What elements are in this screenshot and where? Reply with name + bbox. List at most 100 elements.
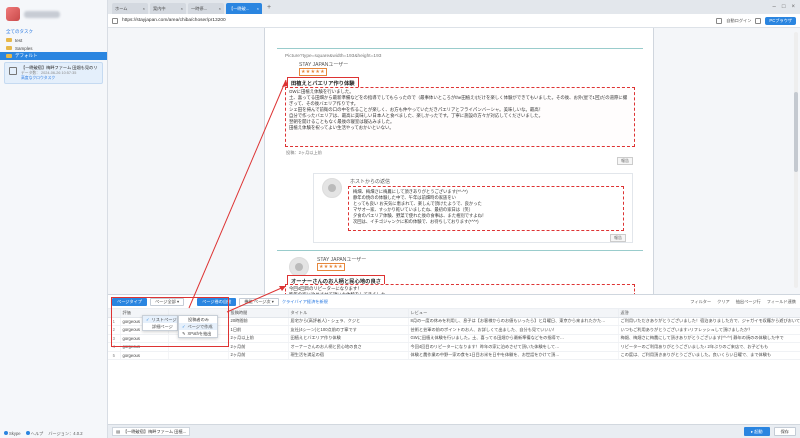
table-cell[interactable]: リピーターのご利用ありがとうございました♪ 2年ぶりのご来店で、お子どもも xyxy=(618,342,800,352)
rating-stars: ★★★★★ xyxy=(317,263,345,271)
minimize-icon[interactable]: – xyxy=(773,4,776,10)
table-cell[interactable]: ご利用いただきありがとうございました！宿泊ありました方で、ジャガイモ収穫から遊び… xyxy=(618,317,800,326)
table-cell[interactable]: 8月の一度の休みを利用し、息子は【お客様からのお値もいったら】と月曜日、東京から… xyxy=(408,317,619,326)
table-cell[interactable]: 1日前 xyxy=(228,325,289,335)
tab-running[interactable]: 案内中 × xyxy=(150,3,186,14)
table-cell[interactable]: 芸術と芸軍の前のポイントのお人、お詳しくて出ました、自分も見ていいい！ xyxy=(408,325,619,335)
review-body: GWに田植え体験を行いました。 土、喜ってる田畑から最新準備などをの指導でしても… xyxy=(285,87,635,147)
table-cell[interactable] xyxy=(168,351,229,360)
rating-stars: ★★★★★ xyxy=(299,68,327,76)
close-window-icon[interactable]: × xyxy=(791,4,795,10)
close-icon[interactable]: × xyxy=(143,6,145,11)
filter-button[interactable]: フィルター xyxy=(690,299,711,305)
task-card[interactable]: 【一晩破宿】梅畔ファーム 田畑も見のリ データ数： 2024-06-26 10:… xyxy=(4,62,103,84)
sidebar: 全てのタスク test Samples デフォルト 【一晩破宿】梅畔ファーム 田… xyxy=(0,0,108,438)
report-button[interactable]: 報告 xyxy=(617,157,633,165)
review-body: 今回4回目のリピーターになります！ 昨年の家に泊めさせて頂いた体験をしてきました… xyxy=(285,284,635,294)
col-posted[interactable]: 投稿時間 xyxy=(228,309,289,318)
new-tab-button[interactable]: + xyxy=(264,4,274,11)
skype-link[interactable]: Skype xyxy=(4,431,21,436)
table-cell[interactable]: 田植えとバエリア作り体験 xyxy=(288,334,409,343)
clear-button[interactable]: クリア xyxy=(717,299,730,305)
chevron-down-icon: ▾ xyxy=(271,299,274,304)
table-cell[interactable]: 2ヶ月以上前 xyxy=(228,334,289,343)
page-icon xyxy=(112,17,118,24)
review-page: Picture?type=square&width=193&height=193… xyxy=(264,28,654,294)
tool-icon[interactable] xyxy=(755,17,762,24)
review-item: Picture?type=square&width=193&height=193… xyxy=(277,48,643,176)
settings-icon[interactable] xyxy=(716,17,723,24)
page-scrollbar[interactable] xyxy=(794,32,798,288)
col-review[interactable]: レビュー xyxy=(408,309,619,318)
row-number[interactable]: 5 xyxy=(108,351,121,360)
auto-login-link[interactable]: 自動ログイン xyxy=(726,18,751,24)
table-cell[interactable]: 友社(4シーン)と100点前の丁寧です xyxy=(288,325,409,335)
footer-bar: ▤ 【一晩破宿】梅畔ファーム 田植... ▸ 起動 保存 xyxy=(108,424,800,438)
tab-bar: ホーム × 案内中 × 一時停... × 【一晩破... × + – □ × xyxy=(108,0,800,14)
sidebar-footer: Skype ヘルプ バージョン：4.0.2 xyxy=(0,429,108,438)
task-doc-icon: ▤ xyxy=(116,429,120,434)
account-name-blurred xyxy=(24,10,60,18)
help-icon xyxy=(25,430,30,435)
data-panel: ページタイプ ページ全部 ▾ ページ巻の自動 機能 ページ次 ▾ クライバイア経… xyxy=(108,294,800,424)
scrollbar-thumb[interactable] xyxy=(794,92,798,172)
all-tasks-link[interactable]: 全てのタスク xyxy=(0,28,107,36)
folder-icon xyxy=(6,46,12,50)
reviewer-avatar xyxy=(289,257,309,277)
scroll-select[interactable]: 機能 ページ次 ▾ xyxy=(239,297,279,306)
reviewer-name: STAY JAPANユーザー xyxy=(299,62,349,68)
folder-samples[interactable]: Samples xyxy=(0,44,107,52)
review-item: STAY JAPANユーザー ★★★★★ オーナーさんのお人柄と民心地の良さ 今… xyxy=(277,250,643,294)
review-date: 投稿：2ヶ月以上前 xyxy=(286,150,322,155)
save-button[interactable]: 保存 xyxy=(773,427,796,436)
table-row[interactable]: 5 gorgeous 2ヶ月前 現生活を満足の宿 体験と農作業の中野一家の食を1日目お米… xyxy=(108,351,800,360)
task-meta-date: 2024-06-26 10:57:35 xyxy=(41,71,77,75)
account-header[interactable] xyxy=(0,0,107,28)
table-cell[interactable]: 居宅から(高評者人)・シェラ、クジと xyxy=(288,317,409,326)
folder-icon xyxy=(6,38,12,42)
help-link[interactable]: ヘルプ xyxy=(25,430,43,437)
host-avatar xyxy=(322,178,342,198)
address-bar: https://stayjapan.com/area/chiba/choser/… xyxy=(108,14,800,28)
col-reply[interactable]: 返答 xyxy=(618,309,800,318)
table-cell[interactable]: いつもご利用ありがとうございます♪リフレッシュして頂けましたか？ xyxy=(618,325,800,335)
folder-test[interactable]: test xyxy=(0,36,107,44)
col-title[interactable]: タイトル xyxy=(288,309,409,318)
host-reply: ホストからの返信 梅畑、梅畑さに梅農にして頂きありがとうございます(*^-^*)… xyxy=(313,173,633,243)
table-cell[interactable]: 2ヶ月前 xyxy=(228,351,289,360)
browser-mode-button[interactable]: PCブラウザ xyxy=(765,16,796,25)
table-cell[interactable]: gorgeous xyxy=(120,351,169,360)
table-cell[interactable]: GWに田植え体験を行いました。土、喜ってる田畑から最新準備などをの指導で… xyxy=(408,334,619,343)
new-field-link[interactable]: クライバイア経済を新規 xyxy=(282,299,328,305)
start-button[interactable]: ▸ 起動 xyxy=(743,427,770,436)
tab-current-task[interactable]: 【一晩破... × xyxy=(226,3,262,14)
table-cell[interactable]: 2ヶ月前 xyxy=(228,342,289,352)
host-report-button[interactable]: 報告 xyxy=(610,234,626,242)
maximize-icon[interactable]: □ xyxy=(782,4,786,10)
field-link-button[interactable]: フィールド連携 xyxy=(767,299,796,305)
table-cell[interactable]: 今回4回目のリピーターになります！昨年の家に泊めさせて頂いた体験をして… xyxy=(408,342,619,352)
table-cell[interactable]: この度は、ご利用頂きありがとうございました。良いくらい日曜で、まで体験も xyxy=(618,351,800,360)
tab-paused[interactable]: 一時停... × xyxy=(188,3,224,14)
highlight-frame xyxy=(111,297,229,347)
extract-rows-button[interactable]: 抽出ページ行 xyxy=(736,299,761,305)
table-cell[interactable]: 現生活を満足の宿 xyxy=(288,351,409,360)
folder-label: test xyxy=(15,37,23,43)
close-icon[interactable]: × xyxy=(257,6,259,11)
version-label: バージョン：4.0.2 xyxy=(48,430,83,436)
table-cell[interactable]: 体験と農作業の中野一家の食を1日目お米を日中を体験を、お世話をかけて頂… xyxy=(408,351,619,360)
host-label: ホストからの返信 xyxy=(350,179,391,185)
close-icon[interactable]: × xyxy=(219,6,221,11)
webpage-viewport[interactable]: Picture?type=square&width=193&height=193… xyxy=(108,28,800,294)
url-field[interactable]: https://stayjapan.com/area/chiba/choser/… xyxy=(122,18,226,23)
host-reply-body: 梅畑、梅畑さに梅農にして頂きありがとうございます(*^-^*) 静年の焼のの体験… xyxy=(348,186,624,231)
footer-task-tab[interactable]: ▤ 【一晩破宿】梅畔ファーム 田植... xyxy=(112,427,191,436)
task-meta-count: データ数： xyxy=(21,71,40,75)
table-cell[interactable]: 20時間前 xyxy=(228,317,289,326)
tab-home[interactable]: ホーム × xyxy=(112,3,148,14)
table-cell[interactable]: オーナーさんのお人柄と民心地の良さ xyxy=(288,342,409,352)
table-cell[interactable]: 梅畑、梅畑さに梅農にして頂きありがとうございます(*^-^*) 静年の焼のの体験… xyxy=(618,334,800,343)
folder-default[interactable]: デフォルト xyxy=(0,52,107,60)
avatar[interactable] xyxy=(6,7,20,21)
close-icon[interactable]: × xyxy=(181,6,183,11)
